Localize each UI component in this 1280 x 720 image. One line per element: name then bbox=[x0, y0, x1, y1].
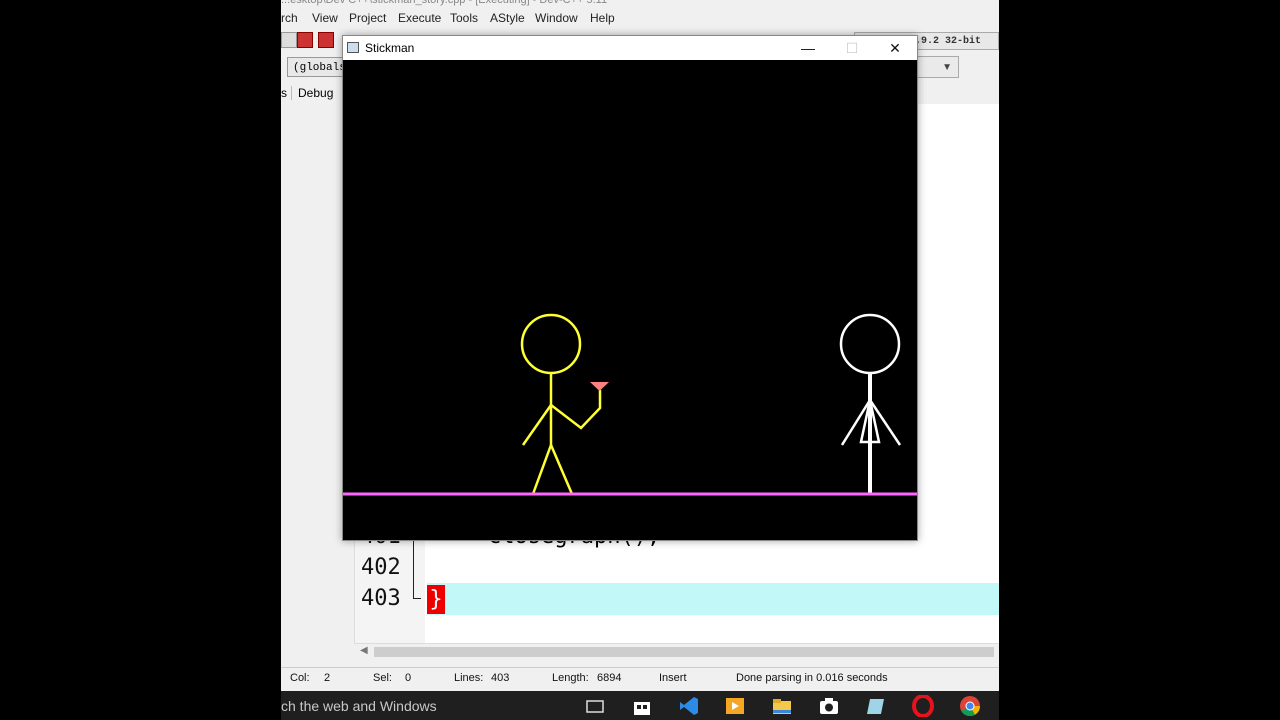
file-explorer-icon[interactable] bbox=[771, 695, 793, 717]
status-lines-value: 403 bbox=[491, 672, 510, 684]
status-length-label: Length: bbox=[552, 672, 589, 684]
status-lines-label: Lines: bbox=[454, 672, 484, 684]
status-bar: Col: 2 Sel: 0 Lines: 403 Length: 6894 In… bbox=[281, 667, 999, 690]
status-message: Done parsing in 0.016 seconds bbox=[736, 672, 888, 684]
status-col-label: Col: bbox=[290, 672, 310, 684]
close-file-icon[interactable] bbox=[297, 32, 313, 48]
line-number: 403 bbox=[361, 586, 401, 611]
graphics-canvas bbox=[343, 60, 917, 540]
matched-brace: } bbox=[427, 585, 445, 614]
ide-title: ...esktop\Dev C++\stickman_story.cpp - [… bbox=[281, 0, 608, 6]
vscode-icon[interactable] bbox=[678, 695, 700, 717]
line-number: 402 bbox=[361, 555, 401, 580]
yellow-stickman-right-leg bbox=[549, 444, 574, 495]
fold-guide-end bbox=[413, 598, 421, 599]
taskbar: ch the web and Windows bbox=[281, 691, 999, 720]
menu-item-view[interactable]: View bbox=[312, 11, 338, 25]
toolbar-icon[interactable] bbox=[281, 32, 297, 48]
white-stickman bbox=[839, 313, 902, 494]
status-col-value: 2 bbox=[324, 672, 331, 684]
close-all-icon[interactable] bbox=[318, 32, 334, 48]
window-title: Stickman bbox=[365, 41, 415, 55]
menu-item-astyle[interactable]: AStyle bbox=[490, 11, 525, 25]
task-view-icon[interactable] bbox=[584, 695, 606, 717]
close-button[interactable]: ✕ bbox=[873, 36, 917, 60]
camera-icon[interactable] bbox=[818, 695, 840, 717]
status-length-value: 6894 bbox=[597, 672, 622, 684]
notes-icon[interactable] bbox=[865, 695, 887, 717]
menu-item-search[interactable]: rch bbox=[281, 11, 298, 25]
yellow-stickman-left-arm bbox=[521, 404, 553, 446]
scroll-left-icon[interactable]: ◀ bbox=[360, 645, 368, 656]
yellow-stickman-head bbox=[520, 313, 582, 375]
scrollbar-thumb[interactable] bbox=[374, 647, 994, 657]
function-select[interactable]: ▼ bbox=[917, 56, 959, 78]
chrome-icon[interactable] bbox=[959, 695, 981, 717]
drink-glass bbox=[590, 382, 609, 391]
white-stickman-head bbox=[839, 313, 901, 375]
menu-item-window[interactable]: Window bbox=[535, 11, 578, 25]
yellow-stickman-left-leg bbox=[531, 444, 553, 495]
status-sel-label: Sel: bbox=[373, 672, 392, 684]
store-icon[interactable] bbox=[631, 695, 653, 717]
menu-item-project[interactable]: Project bbox=[349, 11, 386, 25]
current-line-highlight bbox=[427, 583, 999, 615]
chevron-down-icon: ▼ bbox=[942, 62, 952, 73]
tab-debug[interactable]: Debug bbox=[291, 86, 333, 100]
status-mode: Insert bbox=[659, 672, 687, 684]
menu-item-help[interactable]: Help bbox=[590, 11, 615, 25]
menu-bar: rch View Project Execute Tools AStyle Wi… bbox=[281, 9, 999, 27]
status-sel-value: 0 bbox=[405, 672, 412, 684]
yellow-stickman bbox=[520, 313, 602, 495]
media-icon[interactable] bbox=[724, 695, 746, 717]
stickman-window[interactable]: Stickman — ☐ ✕ bbox=[342, 35, 918, 541]
globals-select[interactable]: (globals bbox=[287, 57, 347, 77]
menu-item-execute[interactable]: Execute bbox=[398, 11, 441, 25]
opera-icon[interactable] bbox=[912, 695, 934, 717]
taskbar-search[interactable]: ch the web and Windows bbox=[281, 698, 437, 714]
tab-classes[interactable]: s bbox=[281, 86, 287, 100]
menu-item-tools[interactable]: Tools bbox=[450, 11, 478, 25]
app-icon bbox=[347, 42, 359, 53]
horizontal-scrollbar[interactable]: ◀ bbox=[354, 643, 999, 660]
minimize-button[interactable]: — bbox=[786, 36, 830, 60]
maximize-button[interactable]: ☐ bbox=[830, 36, 874, 60]
yellow-stickman-right-arm bbox=[550, 390, 602, 430]
window-title-bar[interactable]: Stickman — ☐ ✕ bbox=[343, 36, 917, 60]
